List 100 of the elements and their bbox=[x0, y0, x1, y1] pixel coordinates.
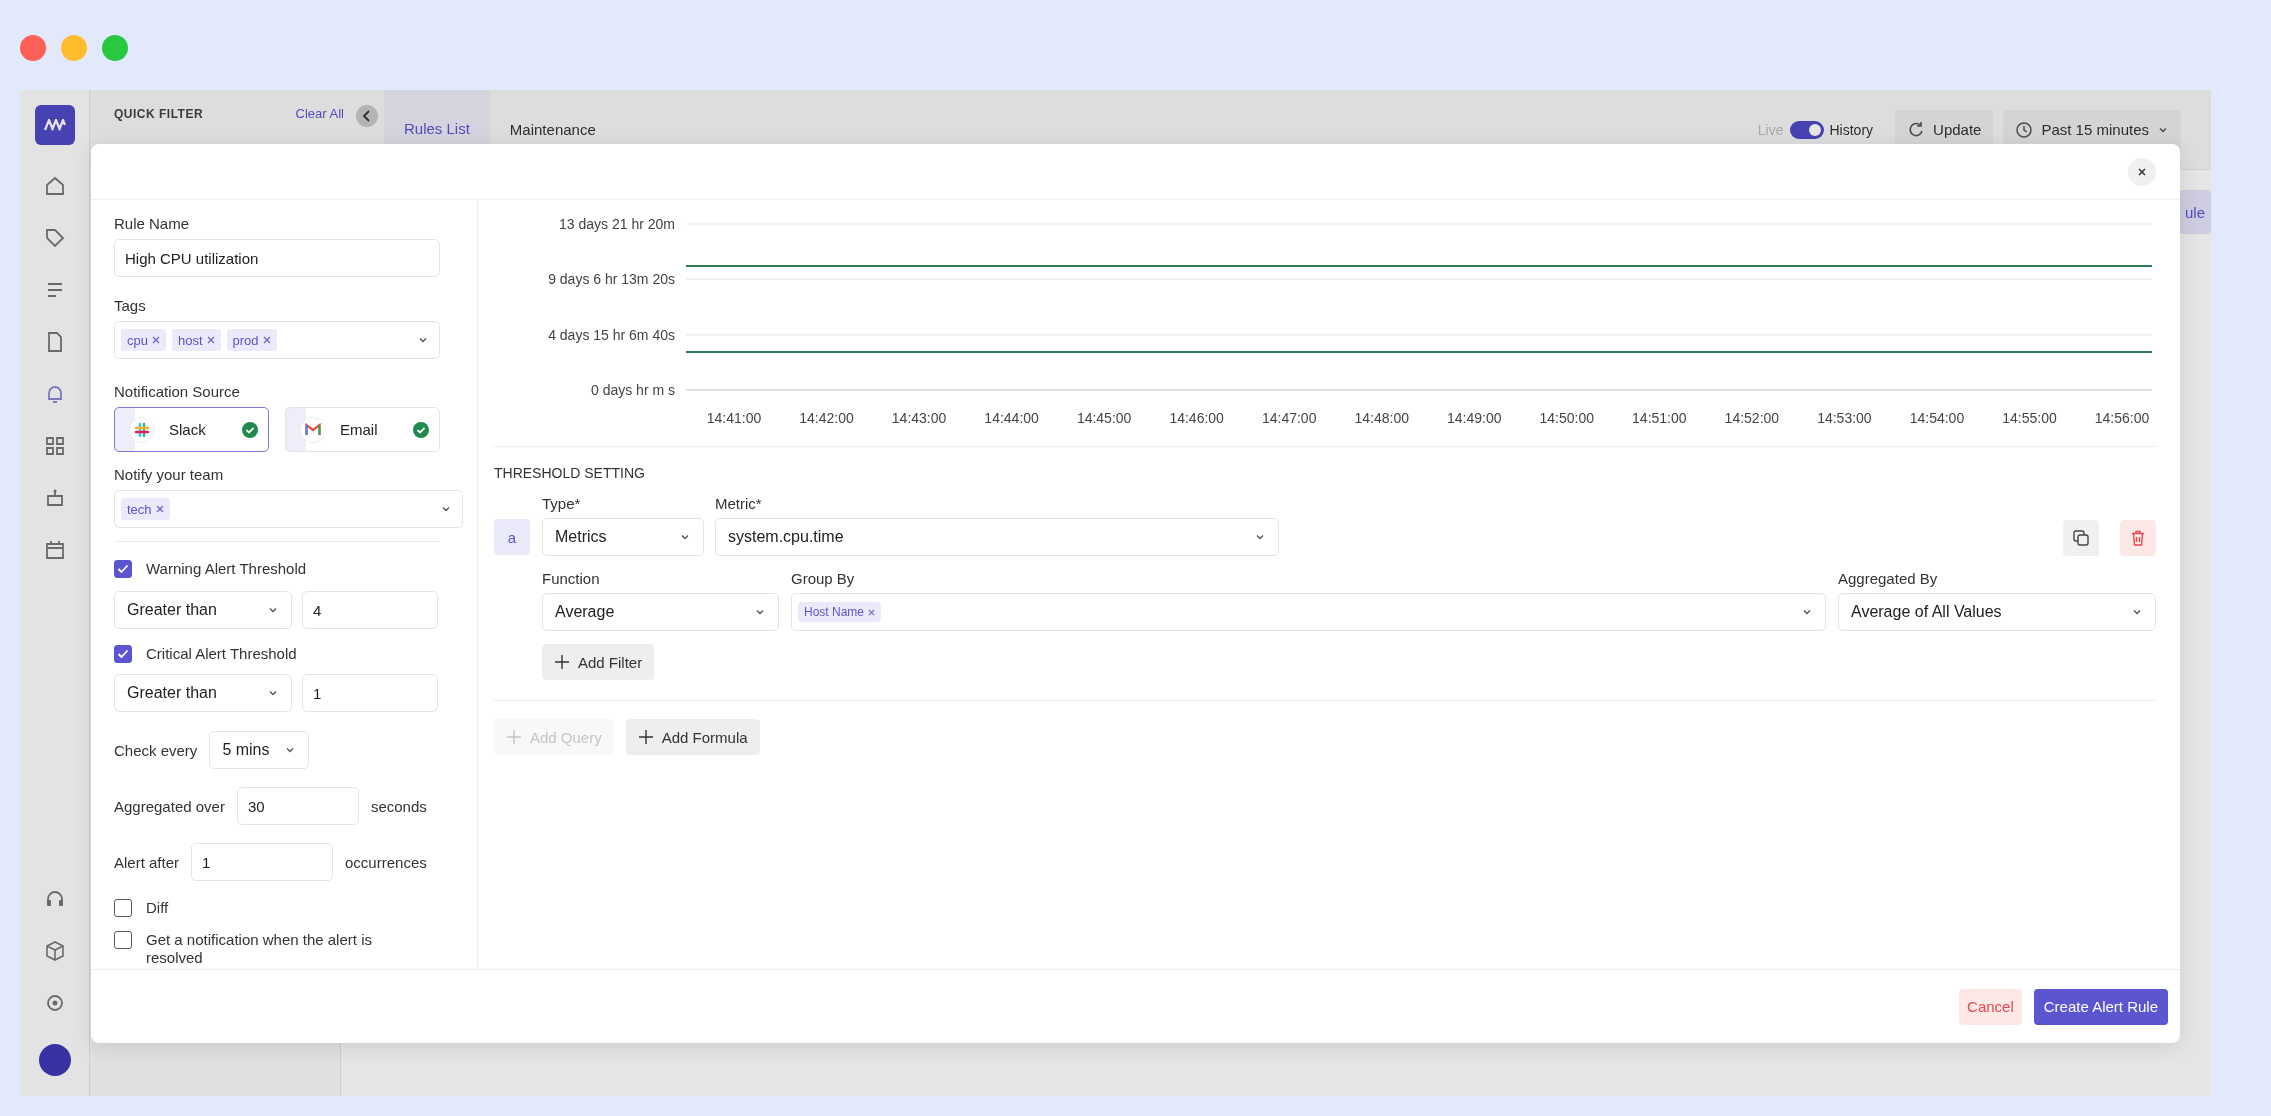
remove-icon[interactable] bbox=[206, 336, 215, 344]
clock-icon bbox=[2015, 120, 2034, 139]
checkmark-icon bbox=[117, 649, 129, 659]
metric-select[interactable]: system.cpu.time bbox=[715, 518, 1279, 556]
tag-chip[interactable]: cpu bbox=[121, 329, 166, 351]
aggregation-window-input[interactable]: 30 bbox=[236, 787, 359, 825]
x-axis-label: 14:55:00 bbox=[2002, 410, 2057, 426]
threshold-value-input[interactable]: 4 bbox=[302, 591, 438, 629]
remove-icon[interactable] bbox=[868, 608, 876, 616]
function-select[interactable]: Average bbox=[542, 593, 779, 631]
checkbox-label: Diff bbox=[146, 899, 169, 917]
trash-icon bbox=[2129, 529, 2147, 547]
tag-icon[interactable] bbox=[43, 227, 66, 249]
remove-icon[interactable] bbox=[155, 505, 164, 513]
plus-icon bbox=[637, 729, 654, 745]
y-axis-label: 13 days 21 hr 20m bbox=[559, 216, 675, 232]
checkbox-label: Get a notification when the alert is resolved bbox=[146, 931, 373, 967]
logo-icon[interactable] bbox=[34, 105, 75, 145]
clear-all-link[interactable]: Clear All bbox=[295, 106, 344, 121]
type-select[interactable]: Metrics bbox=[542, 518, 704, 556]
mail-icon bbox=[305, 423, 321, 436]
notification-source-option[interactable]: Email bbox=[285, 407, 440, 452]
remove-icon[interactable] bbox=[262, 336, 271, 344]
checkbox-label: Critical Alert Threshold bbox=[146, 645, 297, 663]
checkbox[interactable] bbox=[114, 899, 132, 917]
x-axis-label: 14:48:00 bbox=[1354, 410, 1409, 426]
field-label: Function bbox=[542, 570, 601, 587]
delete-button[interactable] bbox=[2120, 520, 2156, 556]
y-axis-label: 9 days 6 hr 13m 20s bbox=[548, 271, 675, 288]
notification-source-option[interactable]: Slack bbox=[114, 407, 269, 452]
history-label: History bbox=[1829, 121, 1874, 138]
x-axis-label: 14:44:00 bbox=[984, 410, 1039, 426]
plus-icon bbox=[554, 654, 570, 670]
hash-icon bbox=[134, 421, 150, 438]
field-label: Aggregated By bbox=[1838, 570, 1939, 587]
tag-chip[interactable]: host bbox=[171, 329, 221, 351]
create-alert-rule-button[interactable]: Create Alert Rule bbox=[2033, 988, 2168, 1025]
field-label: Group By bbox=[791, 570, 856, 587]
x-axis-label: 14:42:00 bbox=[799, 410, 854, 426]
tag-chip[interactable]: prod bbox=[226, 329, 277, 351]
threshold-value-input[interactable]: 1 bbox=[302, 674, 438, 712]
y-axis-label: 0 days hr m s bbox=[590, 382, 675, 398]
checkbox[interactable] bbox=[114, 560, 132, 578]
field-label: Type* bbox=[542, 495, 582, 512]
field-label: Check every bbox=[114, 741, 198, 759]
field-label: Metric* bbox=[715, 495, 763, 512]
checkbox[interactable] bbox=[114, 645, 132, 663]
add-formula-button[interactable]: Add Formula bbox=[625, 719, 760, 755]
team-select[interactable]: tech bbox=[114, 490, 463, 528]
field-label: Notification Source bbox=[114, 382, 240, 402]
operator-select[interactable]: Greater than bbox=[114, 674, 292, 712]
operator-select[interactable]: Greater than bbox=[114, 591, 292, 629]
home-icon[interactable] bbox=[43, 175, 66, 197]
x-axis-label: 14:52:00 bbox=[1724, 410, 1780, 426]
time-range-select[interactable]: Past 15 minutes bbox=[2003, 109, 2181, 150]
add-filter-button[interactable]: Add Filter bbox=[542, 644, 655, 680]
close-button[interactable] bbox=[2128, 157, 2156, 186]
aggregation-select[interactable]: Average of All Values bbox=[1838, 593, 2156, 631]
unit-label: seconds bbox=[370, 797, 427, 815]
field-label: Notify your team bbox=[114, 465, 224, 485]
x-axis-label: 14:45:00 bbox=[1076, 410, 1132, 426]
cube-icon[interactable] bbox=[43, 940, 66, 962]
checkmark-icon bbox=[117, 564, 129, 574]
x-axis-label: 14:43:00 bbox=[891, 410, 947, 426]
copy-button[interactable] bbox=[2063, 520, 2099, 556]
calendar-icon[interactable] bbox=[43, 539, 66, 561]
close-icon bbox=[2137, 166, 2147, 177]
remove-icon[interactable] bbox=[151, 336, 160, 344]
x-axis-label: 14:53:00 bbox=[1817, 410, 1872, 426]
collapse-icon[interactable] bbox=[356, 105, 378, 127]
copy-icon bbox=[2072, 529, 2090, 547]
interval-select[interactable]: 5 mins bbox=[209, 731, 310, 769]
x-axis-label: 14:54:00 bbox=[1909, 410, 1965, 426]
x-axis-label: 14:56:00 bbox=[2094, 410, 2150, 426]
x-axis-label: 14:47:00 bbox=[1261, 410, 1317, 426]
tags-select[interactable]: cpu host prod bbox=[114, 321, 440, 359]
field-label: Aggregated over bbox=[114, 797, 225, 815]
grid-icon[interactable] bbox=[43, 435, 66, 457]
query-letter: a bbox=[494, 519, 530, 555]
section-title: THRESHOLD SETTING bbox=[494, 465, 645, 481]
checkbox[interactable] bbox=[114, 931, 132, 949]
group-chip[interactable]: Host Name bbox=[798, 602, 882, 622]
unit-label: occurrences bbox=[345, 853, 427, 871]
rule-name-input[interactable]: High CPU utilization bbox=[114, 239, 440, 277]
team-chip[interactable]: tech bbox=[121, 498, 170, 520]
close-window-icon[interactable] bbox=[20, 35, 46, 61]
x-axis-label: 14:46:00 bbox=[1169, 410, 1224, 426]
refresh-icon bbox=[1907, 120, 1926, 139]
x-axis-label: 14:41:00 bbox=[706, 410, 762, 426]
occurrences-input[interactable]: 1 bbox=[191, 843, 334, 881]
plus-icon bbox=[506, 729, 522, 745]
checkbox-label: Warning Alert Threshold bbox=[146, 560, 307, 578]
field-label: Alert after bbox=[114, 853, 180, 871]
group-by-select[interactable]: Host Name bbox=[791, 593, 1826, 631]
live-history-toggle[interactable] bbox=[1789, 120, 1824, 139]
x-axis-label: 14:51:00 bbox=[1632, 410, 1687, 426]
x-axis-label: 14:49:00 bbox=[1447, 410, 1502, 426]
avatar-icon[interactable] bbox=[38, 1044, 71, 1076]
field-label: Rule Name bbox=[114, 214, 190, 234]
quick-filter-title: QUICK FILTER bbox=[114, 106, 204, 121]
